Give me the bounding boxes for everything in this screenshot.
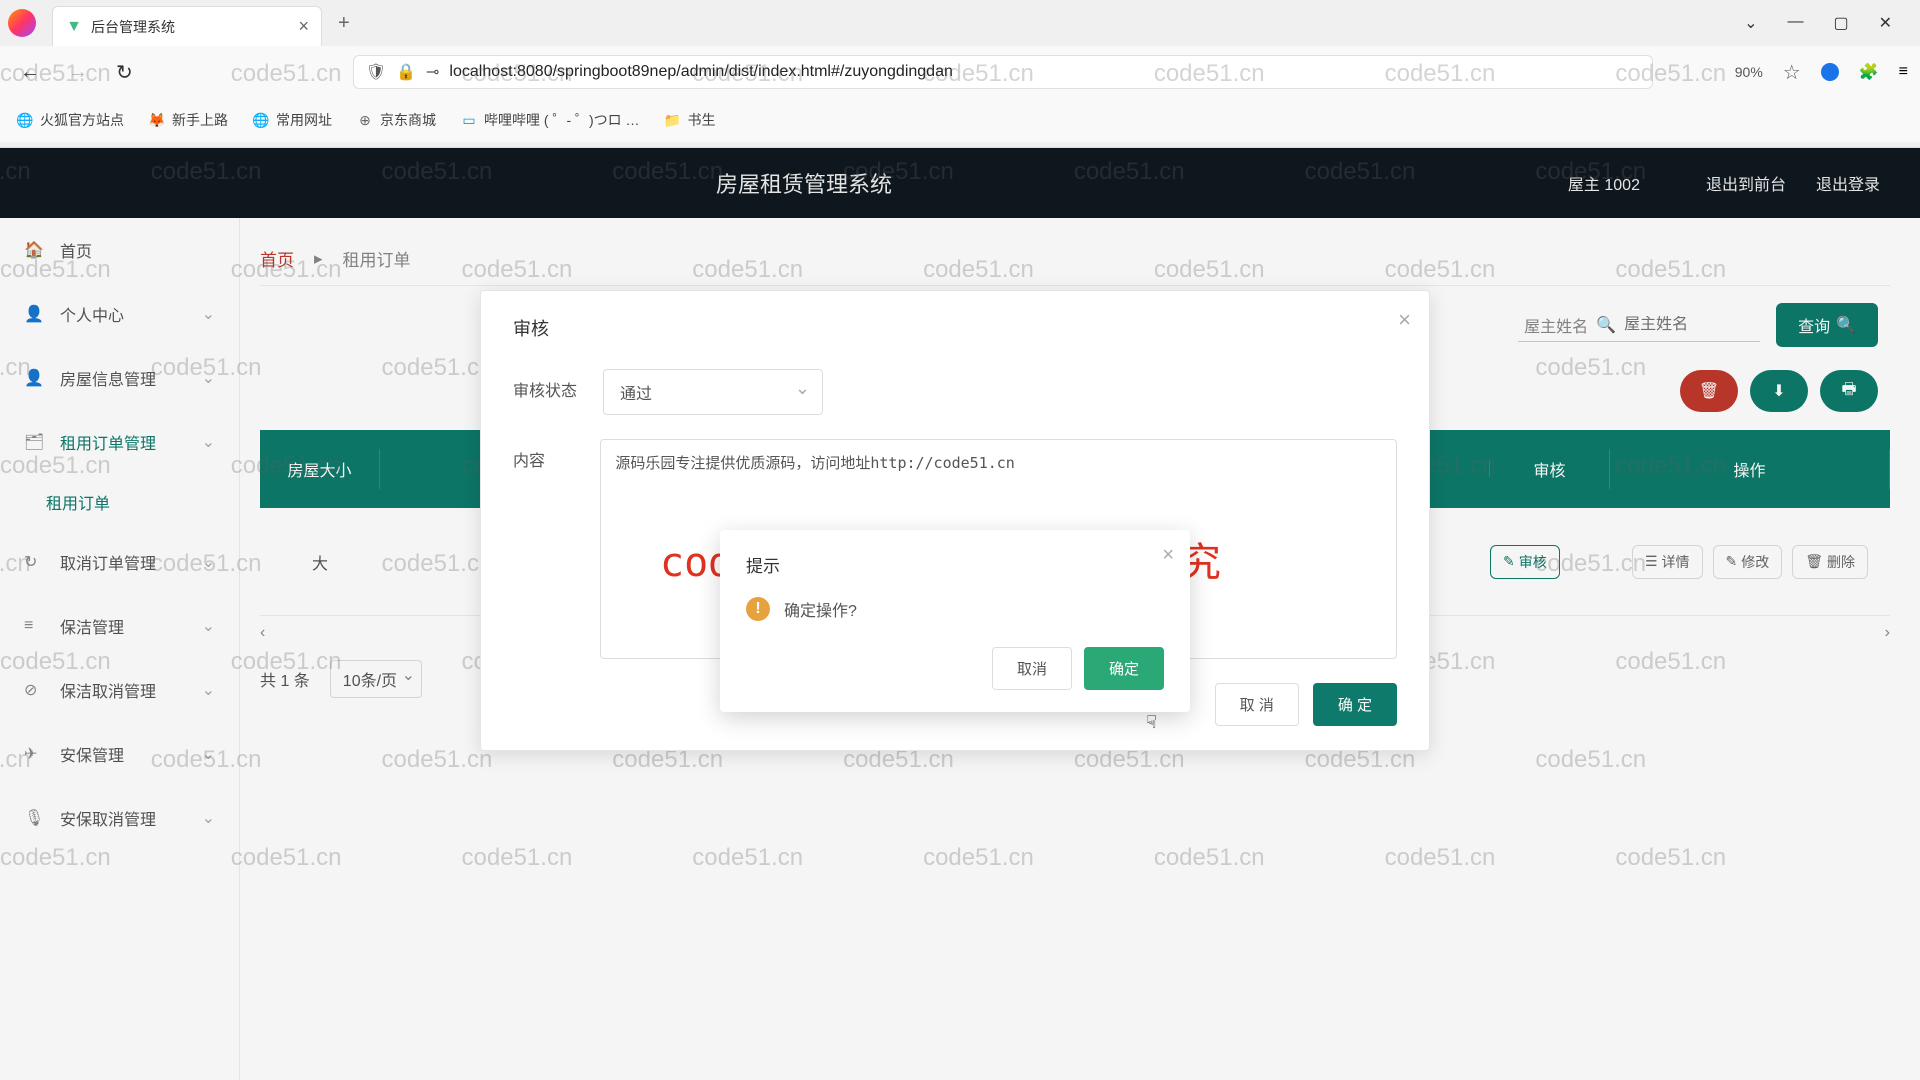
confirm-button[interactable]: 确定 [1084, 647, 1164, 690]
tab-title: 后台管理系统 [91, 17, 298, 37]
status-select[interactable]: 通过 [603, 369, 823, 415]
folder-icon: 📁 [664, 111, 682, 129]
confirm-button[interactable]: 确 定 [1313, 683, 1397, 726]
vue-icon: ▼ [65, 18, 83, 36]
cancel-button[interactable]: 取消 [992, 647, 1072, 690]
browser-tab[interactable]: ▼ 后台管理系统 × [52, 6, 322, 46]
bookmarks-bar: 🌐火狐官方站点 🦊新手上路 🌐常用网址 ⊕京东商城 ▭哔哩哔哩 ( ゜- ゜)つ… [0, 98, 1920, 142]
confirm-message: 确定操作? [784, 597, 857, 621]
close-window-icon[interactable]: ✕ [1879, 13, 1892, 33]
confirm-dialog: 提示 × ! 确定操作? 取消 确定 [720, 530, 1190, 712]
browser-chrome: ▼ 后台管理系统 × + ⌄ — ▢ ✕ ← → ↻ 🛡 🔒 ⊸ localho… [0, 0, 1920, 148]
form-row-status: 审核状态 通过 [513, 369, 1397, 415]
extensions-icon[interactable]: 🧩 [1859, 62, 1879, 82]
confirm-footer: 取消 确定 [746, 647, 1164, 690]
shield-icon: 🛡 [366, 62, 386, 82]
reload-button[interactable]: ↻ [108, 56, 141, 89]
bookmark-star-icon[interactable]: ☆ [1783, 60, 1801, 85]
dialog-title: 审核 [513, 315, 1397, 341]
forward-button[interactable]: → [60, 57, 96, 88]
bookmark-item[interactable]: 🌐常用网址 [252, 110, 332, 130]
globe-icon: 🌐 [252, 111, 270, 129]
close-icon[interactable]: × [298, 16, 309, 37]
tab-dropdown-icon[interactable]: ⌄ [1744, 13, 1757, 33]
window-controls: ⌄ — ▢ ✕ [1744, 13, 1912, 33]
url-input[interactable]: 🛡 🔒 ⊸ localhost:8080/springboot89nep/adm… [353, 55, 1653, 89]
permission-icon: ⊸ [426, 62, 439, 82]
lock-icon: 🔒 [396, 62, 416, 82]
tab-bar: ▼ 后台管理系统 × + ⌄ — ▢ ✕ [0, 0, 1920, 46]
bookmark-item[interactable]: ⊕京东商城 [356, 110, 436, 130]
firefox-icon: 🦊 [148, 111, 166, 129]
address-bar: ← → ↻ 🛡 🔒 ⊸ localhost:8080/springboot89n… [0, 46, 1920, 98]
bookmark-folder[interactable]: 📁书生 [664, 110, 716, 130]
close-icon[interactable]: × [1162, 544, 1174, 567]
firefox-logo-icon [8, 9, 36, 37]
confirm-title: 提示 [746, 552, 1164, 577]
globe-icon: 🌐 [16, 111, 34, 129]
status-label: 审核状态 [513, 369, 603, 401]
bookmark-item[interactable]: ▭哔哩哔哩 ( ゜- ゜)つロ … [460, 110, 640, 130]
back-button[interactable]: ← [12, 57, 48, 88]
warning-icon: ! [746, 597, 770, 621]
menu-icon[interactable]: ≡ [1899, 63, 1908, 81]
new-tab-button[interactable]: + [338, 12, 350, 35]
zoom-level[interactable]: 90% [1735, 64, 1763, 80]
maximize-icon[interactable]: ▢ [1833, 13, 1848, 33]
jd-icon: ⊕ [356, 111, 374, 129]
content-label: 内容 [513, 439, 600, 471]
bookmark-item[interactable]: 🌐火狐官方站点 [16, 110, 124, 130]
url-text: localhost:8080/springboot89nep/admin/dis… [449, 63, 952, 81]
bilibili-icon: ▭ [460, 111, 478, 129]
account-icon[interactable] [1821, 63, 1839, 81]
bookmark-item[interactable]: 🦊新手上路 [148, 110, 228, 130]
minimize-icon[interactable]: — [1787, 13, 1803, 33]
cancel-button[interactable]: 取 消 [1215, 683, 1299, 726]
close-icon[interactable]: × [1398, 307, 1411, 333]
confirm-body: ! 确定操作? [746, 597, 1164, 621]
